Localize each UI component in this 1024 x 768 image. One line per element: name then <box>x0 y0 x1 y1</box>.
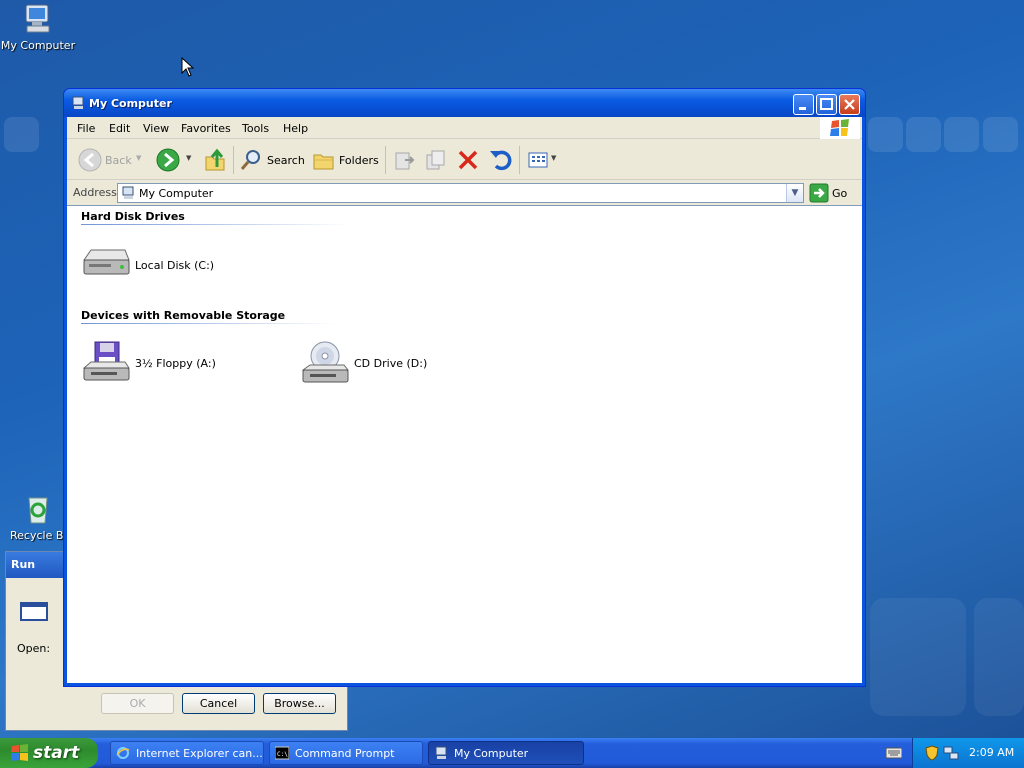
mouse-pointer-icon <box>181 57 195 77</box>
desktop-decoration <box>944 117 979 152</box>
drive-label: CD Drive (D:) <box>354 357 428 370</box>
title-bar[interactable]: My Computer <box>64 89 865 117</box>
folders-icon[interactable] <box>311 147 337 173</box>
drive-label: 3½ Floppy (A:) <box>135 357 216 370</box>
menu-file[interactable]: File <box>77 122 95 135</box>
internet-explorer-icon <box>116 747 130 759</box>
forward-arrow-icon[interactable] <box>155 147 181 173</box>
taskbar-item-label: Command Prompt <box>295 747 395 760</box>
ok-button[interactable]: OK <box>101 693 174 714</box>
group-divider <box>81 224 351 225</box>
network-icon[interactable] <box>943 745 959 761</box>
drive-label: Local Disk (C:) <box>135 259 215 272</box>
close-button[interactable] <box>839 94 860 115</box>
close-icon <box>844 99 855 110</box>
desktop-decoration <box>974 598 1024 716</box>
delete-icon[interactable] <box>455 147 481 173</box>
menu-favorites[interactable]: Favorites <box>181 122 231 135</box>
search-button-label[interactable]: Search <box>267 154 305 167</box>
address-label: Address <box>73 186 117 199</box>
my-computer-window: My Computer File Edit View Favorites Too… <box>63 88 866 687</box>
command-prompt-icon: C:\ <box>275 746 289 760</box>
undo-icon[interactable] <box>487 147 513 173</box>
menu-tools[interactable]: Tools <box>242 122 269 135</box>
hard-disk-icon <box>83 249 130 275</box>
minimize-icon <box>799 107 806 110</box>
desktop-decoration <box>983 117 1018 152</box>
desktop-icon-label: My Computer <box>0 39 76 52</box>
windows-flag-icon <box>11 744 28 761</box>
move-to-icon[interactable] <box>391 147 417 173</box>
floppy-drive-icon <box>82 341 130 381</box>
menu-edit[interactable]: Edit <box>109 122 130 135</box>
desktop-decoration <box>4 117 39 152</box>
desktop-decoration <box>906 117 941 152</box>
back-dropdown-icon[interactable]: ▼ <box>136 154 141 162</box>
taskbar-item-command-prompt[interactable]: C:\ Command Prompt <box>269 741 423 765</box>
window-title: My Computer <box>89 97 172 110</box>
views-dropdown-icon[interactable]: ▼ <box>551 154 556 162</box>
toolbar-separator <box>233 146 234 174</box>
maximize-icon <box>820 98 833 110</box>
file-list: Hard Disk Drives Local Disk (C:) Devices… <box>67 205 862 683</box>
system-tray: 2:09 AM <box>912 738 1024 768</box>
folders-button-label[interactable]: Folders <box>339 154 379 167</box>
taskbar-item-label: My Computer <box>454 747 529 760</box>
taskbar: start Internet Explorer can... C:\ Comma… <box>0 738 1024 768</box>
group-divider <box>81 323 337 324</box>
maximize-button[interactable] <box>816 94 837 115</box>
search-icon[interactable] <box>239 147 265 173</box>
desktop-icon-my-computer[interactable]: My Computer <box>0 2 76 52</box>
menu-view[interactable]: View <box>143 122 169 135</box>
back-button-label[interactable]: Back <box>105 154 132 167</box>
computer-icon <box>435 746 447 759</box>
standard-toolbar: Back ▼ ▼ Search Folders ▼ <box>67 140 862 180</box>
views-icon[interactable] <box>525 147 551 173</box>
up-folder-icon[interactable] <box>202 147 228 173</box>
computer-icon <box>122 186 134 199</box>
browse-button[interactable]: Browse... <box>263 693 336 714</box>
window-client: File Edit View Favorites Tools Help Back <box>67 117 862 683</box>
forward-dropdown-icon[interactable]: ▼ <box>186 154 191 162</box>
svg-text:C:\: C:\ <box>277 751 288 758</box>
keyboard-icon[interactable] <box>886 747 902 759</box>
back-arrow-icon[interactable] <box>77 147 103 173</box>
run-open-label: Open: <box>17 642 51 655</box>
computer-icon <box>72 96 84 109</box>
start-button[interactable]: start <box>0 738 98 768</box>
chevron-down-icon: ▼ <box>791 188 799 198</box>
cancel-button[interactable]: Cancel <box>182 693 255 714</box>
menu-bar: File Edit View Favorites Tools Help <box>67 117 862 139</box>
go-button-label[interactable]: Go <box>832 187 847 200</box>
taskbar-item-my-computer[interactable]: My Computer <box>428 741 584 765</box>
address-dropdown-button[interactable]: ▼ <box>786 184 803 202</box>
computer-icon <box>21 2 55 36</box>
address-bar: Address My Computer ▼ Go <box>67 181 862 205</box>
windows-flag-icon <box>830 119 849 136</box>
drive-item-floppy[interactable]: 3½ Floppy (A:) <box>81 338 241 388</box>
go-arrow-icon[interactable] <box>809 183 829 203</box>
address-value: My Computer <box>139 187 214 200</box>
minimize-button[interactable] <box>793 94 814 115</box>
cd-drive-icon <box>301 341 350 383</box>
drive-item-cd-drive[interactable]: CD Drive (D:) <box>300 338 460 388</box>
address-field[interactable]: My Computer ▼ <box>117 183 804 203</box>
security-shield-icon[interactable] <box>925 745 939 761</box>
run-icon <box>20 602 48 621</box>
toolbar-separator <box>385 146 386 174</box>
menu-help[interactable]: Help <box>283 122 308 135</box>
group-header-hard-disk-drives: Hard Disk Drives <box>81 210 185 223</box>
copy-to-icon[interactable] <box>423 147 449 173</box>
windows-logo <box>820 117 860 139</box>
taskbar-item-label: Internet Explorer can... <box>136 747 263 760</box>
start-label: start <box>33 743 80 763</box>
desktop-decoration <box>868 117 903 152</box>
toolbar-separator <box>519 146 520 174</box>
recycle-bin-icon <box>21 492 55 526</box>
group-header-removable-storage: Devices with Removable Storage <box>81 309 286 322</box>
drive-item-local-disk[interactable]: Local Disk (C:) <box>81 240 241 290</box>
taskbar-item-internet-explorer[interactable]: Internet Explorer can... <box>110 741 264 765</box>
desktop-decoration <box>870 598 966 716</box>
clock[interactable]: 2:09 AM <box>969 746 1014 759</box>
